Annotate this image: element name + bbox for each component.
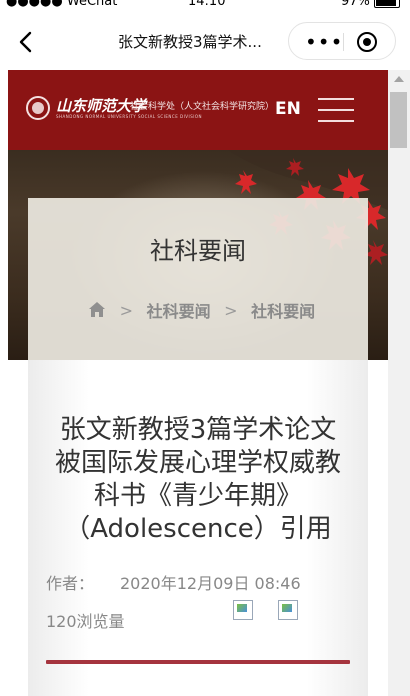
mini-program-capsule: ••• — [288, 22, 396, 60]
breadcrumb-item[interactable]: 社科要闻 — [251, 302, 315, 321]
article-title: 张文新教授3篇学术论文 被国际发展心理学权威教 科书《青少年期》 （Adoles… — [40, 414, 356, 546]
battery-percent: 97% — [340, 0, 370, 9]
hamburger-menu-icon[interactable] — [318, 96, 354, 124]
mini-program-close-icon[interactable] — [357, 32, 377, 52]
breadcrumb-chevron-icon: > — [119, 300, 133, 320]
publish-date: 2020年12月09日 08:46 — [120, 574, 301, 593]
article-title-line: 被国际发展心理学权威教 — [54, 448, 341, 478]
scrollbar-thumb[interactable] — [390, 92, 407, 148]
language-switch-en[interactable]: EN — [275, 99, 301, 119]
category-title: 社科要闻 — [150, 237, 246, 265]
battery-indicator: 97% — [341, 0, 400, 9]
battery-icon — [374, 0, 400, 8]
breadcrumb-chevron-icon: > — [224, 300, 238, 320]
logo-department-name: 社会科学处（人文社会科学研究院） — [130, 102, 275, 112]
wechat-navbar: 张文新教授3篇学术... ••• — [0, 12, 410, 70]
more-dots-icon[interactable]: ••• — [305, 30, 343, 54]
title-divider — [46, 660, 350, 664]
site-header: 山东师范大学 社会科学处（人文社会科学研究院） SHANDONG NORMAL … — [8, 70, 388, 150]
home-icon[interactable] — [88, 301, 106, 319]
status-bar: ●●●●● WeChat 14:10 97% — [0, 0, 410, 12]
author-label: 作者： — [46, 574, 95, 593]
article-title-line: 张文新教授3篇学术论文 — [59, 415, 337, 445]
capsule-divider — [343, 33, 344, 51]
site-logo[interactable]: 山东师范大学 社会科学处（人文社会科学研究院） SHANDONG NORMAL … — [26, 94, 274, 124]
article-title-line: （Adolescence）引用 — [64, 514, 332, 544]
share-image-icon[interactable] — [233, 600, 253, 620]
article-title-line: 科书《青少年期》 — [93, 481, 302, 511]
category-panel: 社科要闻 > 社科要闻 > 社科要闻 — [28, 198, 368, 360]
page-scrollbar[interactable] — [388, 70, 410, 696]
page-title: 张文新教授3篇学术... — [118, 33, 262, 51]
share-image-icon[interactable] — [278, 600, 298, 620]
breadcrumb: > 社科要闻 > 社科要闻 — [88, 298, 315, 322]
carrier-label: ●●●●● WeChat — [6, 0, 118, 9]
scroll-up-arrow-icon[interactable] — [394, 76, 404, 82]
category-banner: 社科要闻 > 社科要闻 > 社科要闻 — [8, 150, 388, 360]
back-arrow-icon[interactable] — [14, 30, 38, 54]
logo-english-name: SHANDONG NORMAL UNIVERSITY SOCIAL SCIENC… — [56, 114, 203, 119]
clock: 14:10 — [188, 0, 226, 9]
article-card: 张文新教授3篇学术论文 被国际发展心理学权威教 科书《青少年期》 （Adoles… — [28, 360, 368, 696]
breadcrumb-item[interactable]: 社科要闻 — [147, 302, 211, 321]
web-content: 山东师范大学 社会科学处（人文社会科学研究院） SHANDONG NORMAL … — [8, 70, 388, 696]
university-seal-icon — [26, 96, 50, 120]
article-meta: 作者： 2020年12月09日 08:46 — [46, 570, 301, 594]
view-count: 120浏览量 — [46, 612, 125, 631]
article-section: 张文新教授3篇学术论文 被国际发展心理学权威教 科书《青少年期》 （Adoles… — [8, 360, 388, 696]
